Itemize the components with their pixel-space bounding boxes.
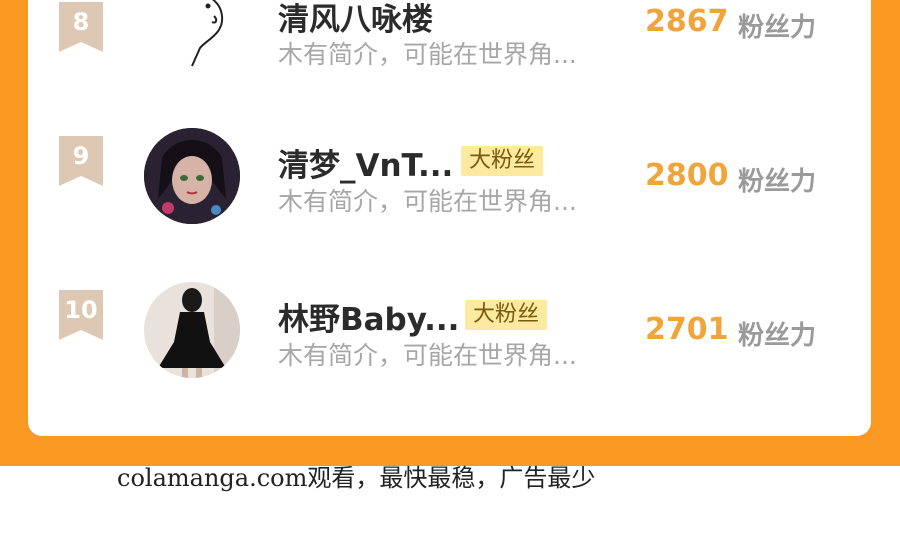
avatar[interactable] [144, 282, 240, 378]
avatar[interactable] [144, 128, 240, 224]
user-name[interactable]: 清风八咏楼 [278, 0, 433, 39]
user-name[interactable]: 林野Baby... [278, 294, 459, 339]
fans-unit-label: 粉丝力 [738, 321, 817, 351]
ranking-card: 8 清风八咏楼 木有简介，可能在世界角... 2867 粉丝力 9 清梦_VnT… [28, 0, 871, 436]
fans-count: 2701 [645, 312, 729, 347]
black-dress-avatar [144, 282, 240, 378]
watermark-footer: colamanga.com观看，最快最稳，广告最少 [117, 464, 596, 492]
anime-girl-avatar [144, 128, 240, 224]
fans-count: 2867 [645, 4, 729, 39]
fans-unit-label: 粉丝力 [738, 13, 817, 43]
ranking-row-8[interactable]: 8 清风八咏楼 木有简介，可能在世界角... 2867 粉丝力 [28, 0, 871, 100]
user-name[interactable]: 清梦_VnT... [278, 140, 453, 185]
ranking-frame: 8 清风八咏楼 木有简介，可能在世界角... 2867 粉丝力 9 清梦_VnT… [0, 0, 900, 466]
fans-count: 2800 [645, 158, 729, 193]
avatar[interactable] [144, 0, 240, 72]
big-fan-badge: 大粉丝 [461, 146, 544, 176]
bear-sketch-avatar [191, 0, 224, 67]
rank-ribbon: 9 [59, 136, 103, 186]
big-fan-badge: 大粉丝 [465, 300, 548, 330]
rank-ribbon: 8 [59, 2, 103, 52]
user-description: 木有简介，可能在世界角... [278, 187, 577, 216]
user-description: 木有简介，可能在世界角... [278, 40, 577, 69]
ranking-row-9[interactable]: 9 清梦_VnT... 大粉丝 木有简介，可能在世界角... 2800 粉丝力 [28, 110, 871, 230]
user-description: 木有简介，可能在世界角... [278, 341, 577, 370]
rank-ribbon: 10 [59, 290, 103, 340]
fans-unit-label: 粉丝力 [738, 167, 817, 197]
ranking-row-10[interactable]: 10 林野Baby... 大粉丝 木有简介，可能在世界角... 2701 粉丝力 [28, 270, 871, 390]
